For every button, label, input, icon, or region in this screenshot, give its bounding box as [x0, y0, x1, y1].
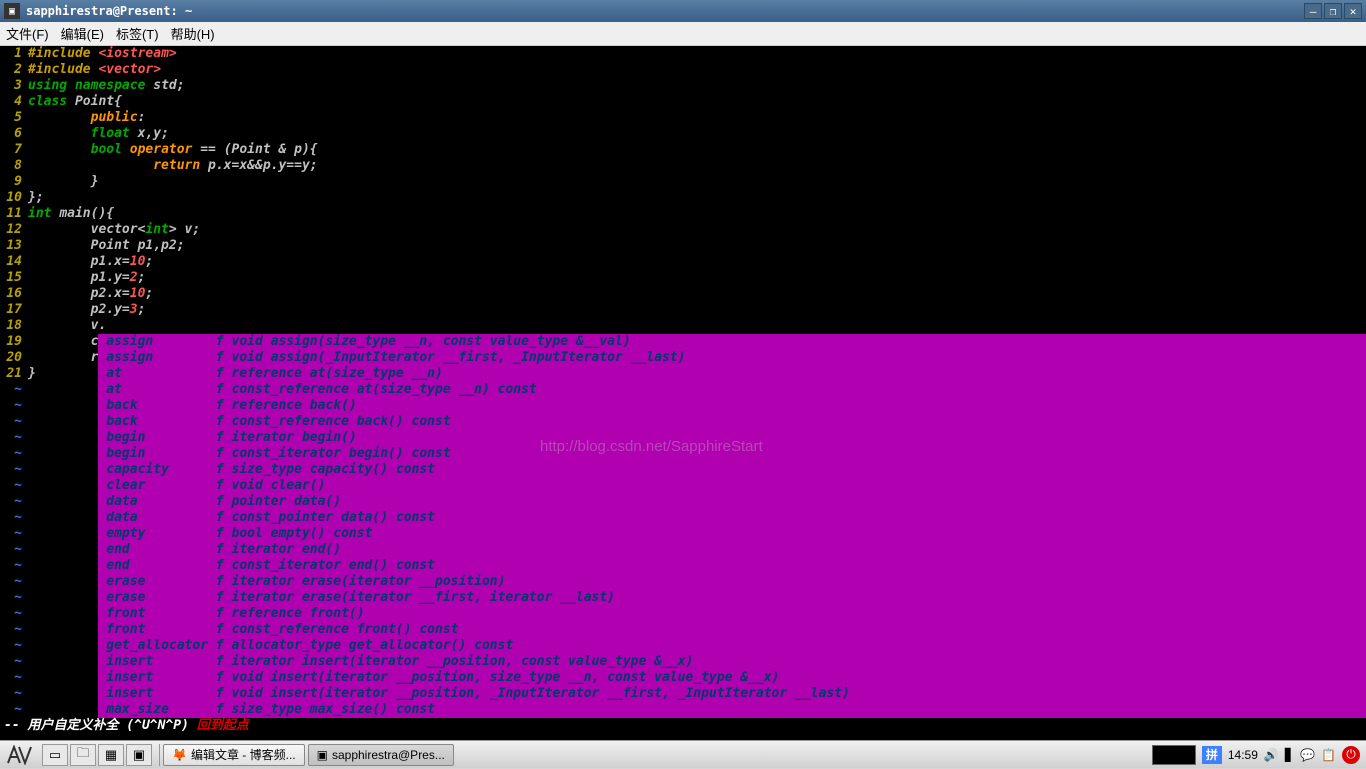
completion-item[interactable]: ~ erase f iterator erase(iterator __firs… [0, 590, 1366, 606]
source-line: 6 float x,y; [0, 126, 1366, 142]
source-line: 1#include <iostream> [0, 46, 1366, 62]
completion-item[interactable]: ~ begin f iterator begin() [0, 430, 1366, 446]
source-line: 14 p1.x=10; [0, 254, 1366, 270]
source-line: 9 } [0, 174, 1366, 190]
source-line: 12 vector<int> v; [0, 222, 1366, 238]
taskbar-button[interactable]: ▣ sapphirestra@Pres... [308, 744, 454, 766]
completion-item[interactable]: ~ insert f iterator insert(iterator __po… [0, 654, 1366, 670]
quick-launch: ▭ 🗀 ▦ ▣ [38, 744, 156, 766]
completion-item[interactable]: ~ insert f void insert(iterator __positi… [0, 686, 1366, 702]
completion-item[interactable]: ~ data f pointer data() [0, 494, 1366, 510]
completion-item[interactable]: ~ erase f iterator erase(iterator __posi… [0, 574, 1366, 590]
source-line: 4class Point{ [0, 94, 1366, 110]
taskbar-separator [159, 744, 160, 766]
window-title: sapphirestra@Present: ~ [26, 4, 192, 18]
completion-item[interactable]: ~ at f const_reference at(size_type __n)… [0, 382, 1366, 398]
terminal-icon: ▣ [4, 3, 20, 19]
completion-item[interactable]: ~ end f const_iterator end() const [0, 558, 1366, 574]
completion-item[interactable]: ~ capacity f size_type capacity() const [0, 462, 1366, 478]
source-line: 2#include <vector> [0, 62, 1366, 78]
close-button[interactable]: ✕ [1344, 3, 1362, 19]
source-line: 7 bool operator == (Point & p){ [0, 142, 1366, 158]
menubar: 文件(F) 编辑(E) 标签(T) 帮助(H) [0, 22, 1366, 46]
completion-item[interactable]: ~ end f iterator end() [0, 542, 1366, 558]
completion-item[interactable]: 21} at f reference at(size_type __n) [0, 366, 1366, 382]
vim-statusline: -- 用户自定义补全 (^U^N^P) 回到起点 [0, 718, 1366, 734]
network-icon[interactable]: ▋ [1285, 744, 1294, 766]
taskbar-button[interactable]: 🦊 编辑文章 - 博客频... [163, 744, 305, 766]
source-line: 3using namespace std; [0, 78, 1366, 94]
volume-icon[interactable]: 🔊 [1264, 744, 1279, 766]
completion-item[interactable]: ~ back f const_reference back() const [0, 414, 1366, 430]
terminal-launcher-icon[interactable]: ▣ [126, 744, 152, 766]
source-line: 18 v. [0, 318, 1366, 334]
completion-item[interactable]: ~ begin f const_iterator begin() const [0, 446, 1366, 462]
clock[interactable]: 14:59 [1228, 744, 1258, 766]
system-tray: 拼 14:59 🔊 ▋ 💬 📋 ⏻ [1152, 744, 1366, 766]
completion-item[interactable]: ~ front f const_reference front() const [0, 622, 1366, 638]
maximize-button[interactable]: ❐ [1324, 3, 1342, 19]
menu-help[interactable]: 帮助(H) [171, 24, 215, 43]
source-line: 16 p2.x=10; [0, 286, 1366, 302]
completion-item[interactable]: ~ data f const_pointer data() const [0, 510, 1366, 526]
taskbar-button-label: 编辑文章 - 博客频... [191, 746, 296, 763]
completion-item[interactable]: ~ front f reference front() [0, 606, 1366, 622]
menu-tabs[interactable]: 标签(T) [116, 24, 159, 43]
updates-icon[interactable]: 📋 [1321, 744, 1336, 766]
notification-icon[interactable]: 💬 [1300, 744, 1315, 766]
completion-item[interactable]: ~ max_size f size_type max_size() const [0, 702, 1366, 718]
show-desktop-icon[interactable]: ▭ [42, 744, 68, 766]
window-controls: — ❐ ✕ [1304, 3, 1362, 19]
completion-item[interactable]: ~ get_allocator f allocator_type get_all… [0, 638, 1366, 654]
tray-workspace-switcher[interactable] [1152, 745, 1196, 765]
taskbar-button-label: sapphirestra@Pres... [332, 748, 445, 762]
menu-file[interactable]: 文件(F) [6, 24, 49, 43]
source-line: 10}; [0, 190, 1366, 206]
file-manager-icon[interactable]: 🗀 [70, 744, 96, 766]
completion-popup[interactable]: 19 c assign f void assign(size_type __n,… [0, 334, 1366, 718]
editor-area[interactable]: 1#include <iostream>2#include <vector>3u… [0, 46, 1366, 740]
completion-item[interactable]: ~ clear f void clear() [0, 478, 1366, 494]
window-list-icon[interactable]: ▦ [98, 744, 124, 766]
input-method-indicator[interactable]: 拼 [1202, 746, 1222, 764]
completion-item[interactable]: ~ back f reference back() [0, 398, 1366, 414]
source-code: 1#include <iostream>2#include <vector>3u… [0, 46, 1366, 334]
taskbar-button-icon: ▣ [317, 748, 328, 762]
completion-item[interactable]: 20 r assign f void assign(_InputIterator… [0, 350, 1366, 366]
source-line: 17 p2.y=3; [0, 302, 1366, 318]
menu-edit[interactable]: 编辑(E) [61, 24, 104, 43]
source-line: 15 p1.y=2; [0, 270, 1366, 286]
window-titlebar: ▣ sapphirestra@Present: ~ — ❐ ✕ [0, 0, 1366, 22]
taskbar: ▭ 🗀 ▦ ▣ 🦊 编辑文章 - 博客频... ▣ sapphirestra@Pres… [0, 740, 1366, 768]
power-button[interactable]: ⏻ [1342, 746, 1360, 764]
completion-item[interactable]: ~ empty f bool empty() const [0, 526, 1366, 542]
completion-item[interactable]: ~ insert f void insert(iterator __positi… [0, 670, 1366, 686]
taskbar-button-icon: 🦊 [172, 748, 187, 762]
source-line: 13 Point p1,p2; [0, 238, 1366, 254]
start-menu-button[interactable] [0, 741, 38, 769]
minimize-button[interactable]: — [1304, 3, 1322, 19]
source-line: 8 return p.x=x&&p.y==y; [0, 158, 1366, 174]
source-line: 5 public: [0, 110, 1366, 126]
completion-item[interactable]: 19 c assign f void assign(size_type __n,… [0, 334, 1366, 350]
source-line: 11int main(){ [0, 206, 1366, 222]
